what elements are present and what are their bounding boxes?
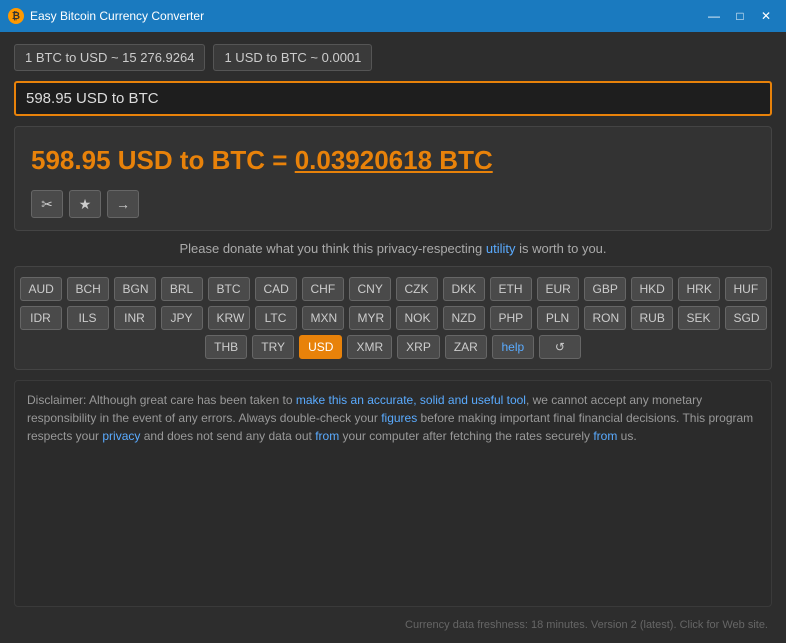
curr-LTC[interactable]: LTC — [255, 306, 297, 330]
input-row — [14, 81, 772, 116]
curr-RUB[interactable]: RUB — [631, 306, 673, 330]
utility-link[interactable]: utility — [486, 241, 516, 256]
donate-text: Please donate what you think this privac… — [14, 241, 772, 256]
minimize-button[interactable]: — — [702, 6, 726, 26]
disclaimer-link-3[interactable]: privacy — [102, 429, 140, 443]
curr-CZK[interactable]: CZK — [396, 277, 438, 301]
curr-SGD[interactable]: SGD — [725, 306, 767, 330]
curr-BTC[interactable]: BTC — [208, 277, 250, 301]
curr-ILS[interactable]: ILS — [67, 306, 109, 330]
close-button[interactable]: ✕ — [754, 6, 778, 26]
result-panel: 598.95 USD to BTC = 0.03920618 BTC ✂ ★ → — [14, 126, 772, 231]
curr-HKD[interactable]: HKD — [631, 277, 673, 301]
curr-THB[interactable]: THB — [205, 335, 247, 359]
swap-button[interactable]: → — [107, 190, 139, 218]
action-buttons: ✂ ★ → — [31, 190, 755, 218]
status-bar: Currency data freshness: 18 minutes. Ver… — [14, 617, 772, 631]
app-title: Easy Bitcoin Currency Converter — [30, 9, 702, 23]
result-value: 0.03920618 BTC — [295, 145, 493, 175]
curr-JPY[interactable]: JPY — [161, 306, 203, 330]
rate-row: 1 BTC to USD ~ 15 276.9264 1 USD to BTC … — [14, 44, 772, 71]
currency-row-2: IDR ILS INR JPY KRW LTC MXN MYR NOK NZD … — [23, 306, 763, 330]
main-content: 1 BTC to USD ~ 15 276.9264 1 USD to BTC … — [0, 32, 786, 643]
curr-HRK[interactable]: HRK — [678, 277, 720, 301]
disclaimer-link-2[interactable]: figures — [381, 411, 417, 425]
disclaimer-link-1[interactable]: make this an accurate, solid and useful … — [296, 393, 526, 407]
curr-help[interactable]: help — [492, 335, 534, 359]
curr-RON[interactable]: RON — [584, 306, 626, 330]
btc-to-usd-rate: 1 BTC to USD ~ 15 276.9264 — [14, 44, 205, 71]
curr-CAD[interactable]: CAD — [255, 277, 297, 301]
curr-MXN[interactable]: MXN — [302, 306, 344, 330]
currency-row-1: AUD BCH BGN BRL BTC CAD CHF CNY CZK DKK … — [23, 277, 763, 301]
curr-ZAR[interactable]: ZAR — [445, 335, 487, 359]
result-left: 598.95 USD to BTC = — [31, 145, 295, 175]
curr-MYR[interactable]: MYR — [349, 306, 391, 330]
currency-row-3: THB TRY USD XMR XRP ZAR help ↺ — [23, 335, 763, 359]
currency-grid: AUD BCH BGN BRL BTC CAD CHF CNY CZK DKK … — [14, 266, 772, 370]
curr-BRL[interactable]: BRL — [161, 277, 203, 301]
curr-XRP[interactable]: XRP — [397, 335, 440, 359]
curr-CNY[interactable]: CNY — [349, 277, 391, 301]
curr-TRY[interactable]: TRY — [252, 335, 294, 359]
curr-SEK[interactable]: SEK — [678, 306, 720, 330]
curr-AUD[interactable]: AUD — [20, 277, 62, 301]
curr-KRW[interactable]: KRW — [208, 306, 250, 330]
curr-GBP[interactable]: GBP — [584, 277, 626, 301]
app-icon: ₿ — [8, 8, 24, 24]
conversion-input[interactable] — [14, 81, 772, 116]
curr-EUR[interactable]: EUR — [537, 277, 579, 301]
curr-HUF[interactable]: HUF — [725, 277, 767, 301]
curr-IDR[interactable]: IDR — [20, 306, 62, 330]
curr-PHP[interactable]: PHP — [490, 306, 532, 330]
curr-NZD[interactable]: NZD — [443, 306, 485, 330]
curr-refresh[interactable]: ↺ — [539, 335, 581, 359]
disclaimer-link-4[interactable]: from — [315, 429, 339, 443]
curr-BGN[interactable]: BGN — [114, 277, 156, 301]
curr-BCH[interactable]: BCH — [67, 277, 109, 301]
curr-CHF[interactable]: CHF — [302, 277, 344, 301]
curr-USD[interactable]: USD — [299, 335, 342, 359]
usd-to-btc-rate: 1 USD to BTC ~ 0.0001 — [213, 44, 372, 71]
disclaimer: Disclaimer: Although great care has been… — [14, 380, 772, 607]
curr-DKK[interactable]: DKK — [443, 277, 485, 301]
curr-NOK[interactable]: NOK — [396, 306, 438, 330]
curr-XMR[interactable]: XMR — [347, 335, 392, 359]
favorite-button[interactable]: ★ — [69, 190, 101, 218]
result-display: 598.95 USD to BTC = 0.03920618 BTC — [31, 145, 755, 176]
curr-ETH[interactable]: ETH — [490, 277, 532, 301]
cut-button[interactable]: ✂ — [31, 190, 63, 218]
title-bar: ₿ Easy Bitcoin Currency Converter — □ ✕ — [0, 0, 786, 32]
curr-PLN[interactable]: PLN — [537, 306, 579, 330]
disclaimer-link-5[interactable]: from — [593, 429, 617, 443]
window-controls: — □ ✕ — [702, 6, 778, 26]
maximize-button[interactable]: □ — [728, 6, 752, 26]
curr-INR[interactable]: INR — [114, 306, 156, 330]
